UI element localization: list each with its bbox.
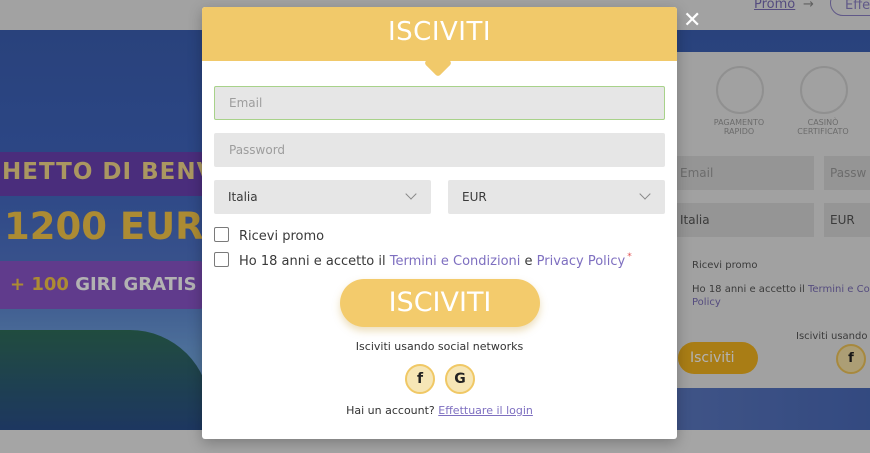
- login-prompt: Hai un account? Effettuare il login: [202, 404, 677, 417]
- chevron-down-icon: [639, 188, 651, 200]
- terms-and-text: e: [520, 254, 537, 269]
- terms-option: Ho 18 anni e accetto il Termini e Condiz…: [214, 252, 632, 270]
- email-field[interactable]: [214, 86, 665, 120]
- country-select[interactable]: Italia: [214, 180, 431, 214]
- promo-label: Ricevi promo: [239, 229, 325, 244]
- promo-checkbox[interactable]: [214, 227, 229, 242]
- google-icon[interactable]: G: [445, 364, 475, 394]
- login-link[interactable]: Effettuare il login: [438, 404, 533, 417]
- terms-link[interactable]: Termini e Condizioni: [390, 254, 521, 269]
- facebook-icon[interactable]: f: [405, 364, 435, 394]
- currency-value: EUR: [462, 190, 487, 204]
- privacy-policy-link[interactable]: Privacy Policy: [537, 254, 626, 269]
- close-icon[interactable]: ✕: [683, 10, 701, 32]
- promo-option: Ricevi promo: [214, 227, 324, 245]
- required-mark: *: [627, 252, 632, 262]
- country-value: Italia: [228, 190, 258, 204]
- modal-header: ISCIVITI: [202, 7, 677, 78]
- social-signup-label: Isciviti usando social networks: [355, 340, 524, 353]
- header-notch: [423, 48, 453, 78]
- signup-button[interactable]: ISCIVITI: [340, 279, 540, 327]
- password-field[interactable]: [214, 133, 665, 167]
- currency-select[interactable]: EUR: [448, 180, 665, 214]
- registration-modal: ISCIVITI Italia EUR Ricevi promo Ho 18 a…: [202, 7, 677, 439]
- modal-title: ISCIVITI: [388, 17, 491, 47]
- terms-label: Ho 18 anni e accetto il: [239, 254, 390, 269]
- terms-checkbox[interactable]: [214, 252, 229, 267]
- chevron-down-icon: [405, 188, 417, 200]
- account-question: Hai un account?: [346, 404, 439, 417]
